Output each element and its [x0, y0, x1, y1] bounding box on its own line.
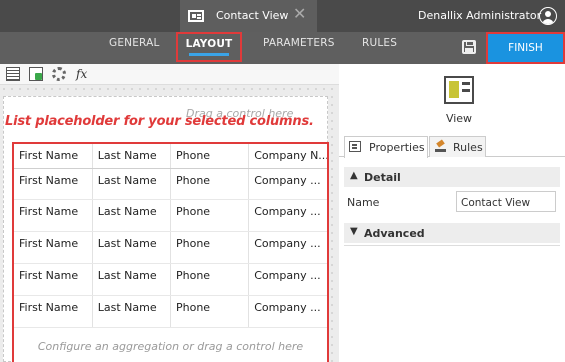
active-tab-underline [189, 53, 229, 56]
table-cell[interactable]: Company ... [248, 263, 327, 297]
table-cell[interactable]: Last Name [92, 263, 172, 297]
user-name[interactable]: Denallix Administrator [418, 9, 541, 22]
table-cell[interactable]: Phone [170, 199, 250, 233]
table-cell[interactable]: Last Name [92, 231, 172, 265]
table-cell[interactable]: Last Name [92, 168, 172, 201]
view-icon-block [449, 81, 459, 98]
gear-icon[interactable] [52, 67, 66, 81]
properties-icon [349, 141, 361, 152]
collapse-icon: ▲ [350, 170, 358, 181]
nav-parameters[interactable]: PARAMETERS [263, 37, 335, 49]
view-type-icon [444, 76, 474, 104]
table-cell[interactable]: Company ... [248, 295, 327, 328]
tab-rules[interactable]: Rules [429, 136, 486, 157]
table-header-row: First Name Last Name Phone Company N... [14, 144, 327, 169]
table-row: First Name Last Name Phone Company ... [14, 295, 327, 328]
table-cell[interactable]: First Name [14, 231, 93, 265]
detail-section-header[interactable]: ▲ Detail [344, 167, 560, 187]
name-label: Name [347, 196, 380, 209]
table-cell[interactable]: First Name [14, 199, 93, 233]
view-icon-line [462, 82, 470, 85]
table-cell[interactable]: Company ... [248, 199, 327, 233]
design-canvas: Drag a control here First Name Last Name… [0, 85, 339, 362]
panel-tabs: Properties Rules [339, 136, 565, 158]
tab-properties[interactable]: Properties [344, 136, 428, 158]
table-cell[interactable]: First Name [14, 295, 93, 328]
form-icon[interactable] [29, 67, 43, 81]
list-icon[interactable] [6, 67, 20, 81]
user-avatar-icon[interactable] [539, 7, 557, 25]
wizard-nav-bar: GENERAL LAYOUT PARAMETERS RULES FINISH [0, 32, 565, 64]
nav-layout[interactable]: LAYOUT [176, 32, 242, 62]
detail-header-label: Detail [364, 171, 401, 184]
table-cell[interactable]: Phone [170, 231, 250, 265]
column-header[interactable]: Company N... [248, 144, 327, 169]
document-tab[interactable]: Contact View ✕ [180, 0, 317, 32]
table-row: First Name Last Name Phone Company ... [14, 199, 327, 233]
table-cell[interactable]: Company ... [248, 231, 327, 265]
annotation-text: List placeholder for your selected colum… [5, 114, 314, 129]
view-document-icon [188, 10, 204, 22]
gavel-icon [435, 141, 446, 152]
advanced-section-header[interactable]: ▼ Advanced [344, 223, 560, 243]
nav-rules[interactable]: RULES [362, 37, 397, 49]
list-table: First Name Last Name Phone Company N... … [14, 144, 327, 328]
tab-title: Contact View [216, 9, 289, 22]
close-tab-icon[interactable]: ✕ [293, 5, 306, 23]
tab-rules-label: Rules [453, 141, 483, 154]
list-placeholder[interactable]: First Name Last Name Phone Company N... … [12, 142, 329, 362]
top-bar: Contact View ✕ Denallix Administrator [0, 0, 565, 32]
view-drop-zone[interactable]: Drag a control here First Name Last Name… [3, 96, 329, 362]
save-icon[interactable] [462, 40, 476, 54]
table-row: First Name Last Name Phone Company ... [14, 168, 327, 201]
table-cell[interactable]: First Name [14, 263, 93, 297]
nav-general[interactable]: GENERAL [109, 37, 160, 49]
column-header[interactable]: First Name [14, 144, 93, 169]
properties-panel: View Properties Rules ▲ Detail Name ▼ Ad… [339, 64, 565, 362]
finish-button[interactable]: FINISH [488, 34, 563, 62]
divider [344, 245, 560, 246]
column-header[interactable]: Last Name [92, 144, 172, 169]
table-cell[interactable]: Company ... [248, 168, 327, 201]
table-cell[interactable]: Phone [170, 295, 250, 328]
fx-icon[interactable]: fx [76, 67, 90, 81]
table-cell[interactable]: Last Name [92, 199, 172, 233]
advanced-header-label: Advanced [364, 227, 425, 240]
table-cell[interactable]: Phone [170, 168, 250, 201]
table-cell[interactable]: Last Name [92, 295, 172, 328]
table-cell[interactable]: First Name [14, 168, 93, 201]
table-cell[interactable]: Phone [170, 263, 250, 297]
view-icon-line [462, 89, 470, 92]
footer-hint: Configure an aggregation or drag a contr… [37, 340, 304, 353]
tab-properties-label: Properties [369, 141, 425, 154]
designer-toolbar: fx [0, 64, 339, 85]
column-header[interactable]: Phone [170, 144, 250, 169]
expand-icon: ▼ [350, 226, 358, 237]
name-field[interactable] [456, 191, 556, 212]
nav-layout-label: LAYOUT [185, 38, 233, 50]
table-row: First Name Last Name Phone Company ... [14, 231, 327, 265]
finish-highlight: FINISH [486, 32, 565, 64]
table-row: First Name Last Name Phone Company ... [14, 263, 327, 297]
view-type-label: View [445, 112, 473, 125]
layout-designer: fx Drag a control here First Name Last N… [0, 64, 339, 362]
